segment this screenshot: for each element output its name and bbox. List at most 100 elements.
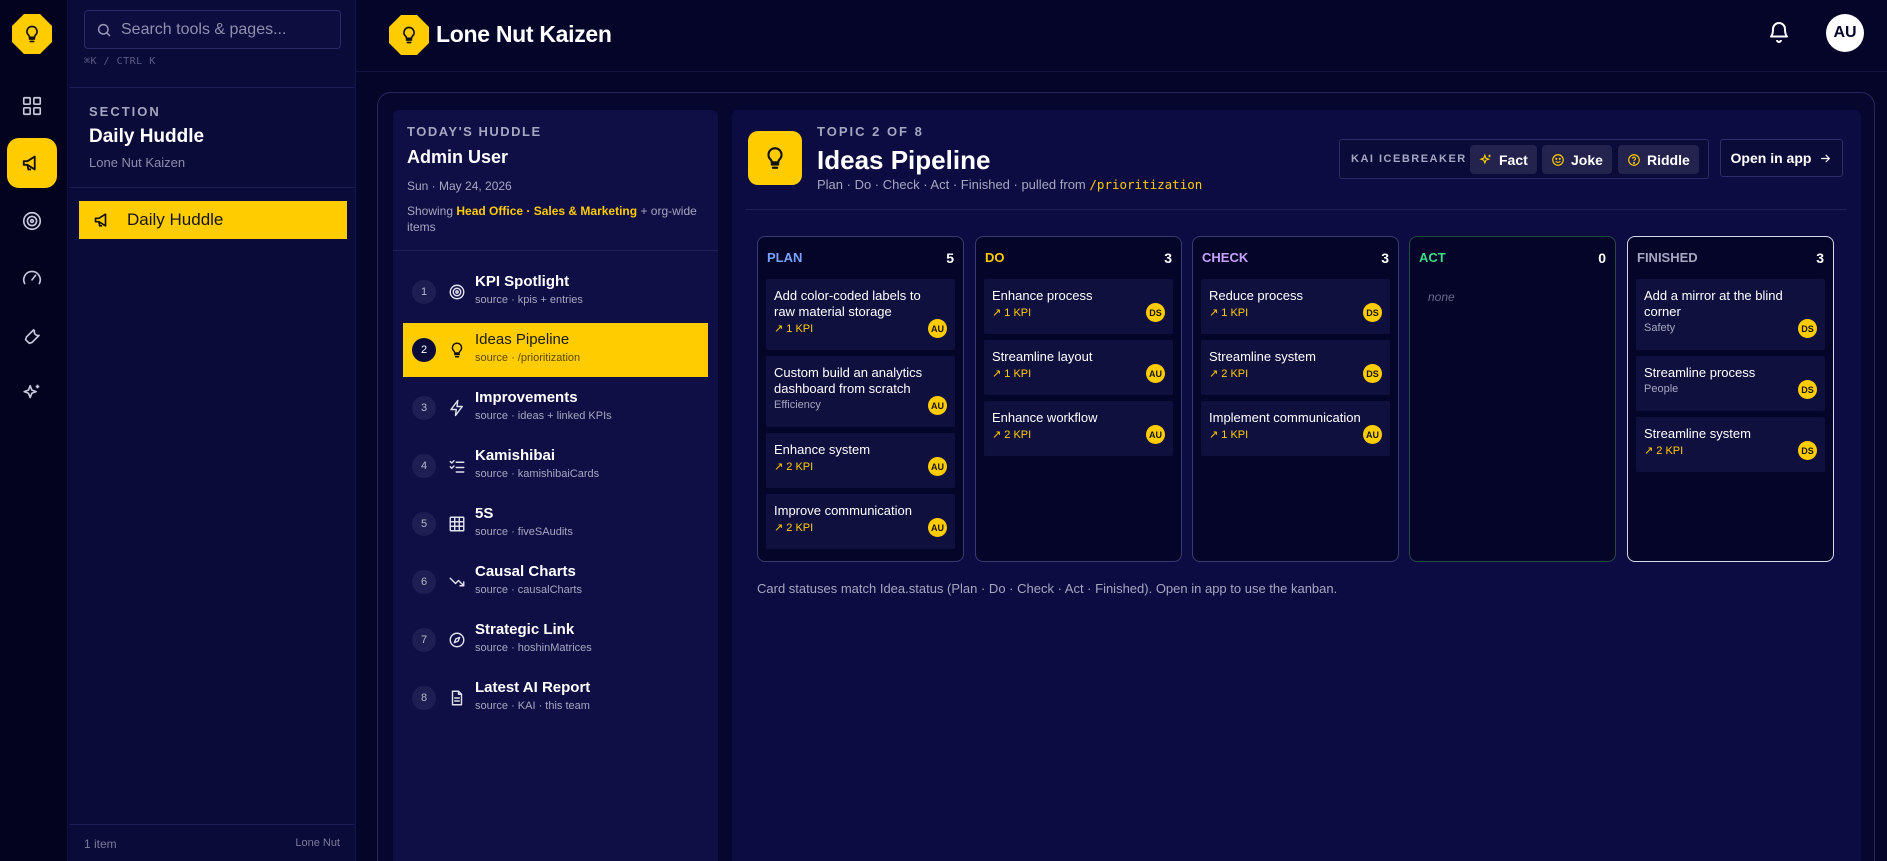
icebreaker-riddle-button[interactable]: Riddle (1618, 145, 1699, 174)
search-input[interactable] (121, 19, 331, 41)
topic-name: Improvements (475, 389, 578, 406)
idea-meta: ↗ 1 KPI (992, 368, 1032, 380)
open-in-app-button[interactable]: Open in app (1720, 139, 1843, 177)
huddle-scope: Showing Head Office · Sales & Marketing … (407, 203, 697, 235)
idea-card[interactable]: Custom build an analytics dashboard from… (766, 356, 955, 427)
idea-title: Custom build an analytics dashboard from… (774, 365, 923, 396)
idea-title: Streamline process (1644, 365, 1756, 380)
nav-divider (69, 824, 355, 825)
idea-card[interactable]: Streamline system ↗ 2 KPI DS (1201, 340, 1390, 395)
gauge-icon (22, 270, 42, 285)
idea-card[interactable]: Improve communication ↗ 2 KPI AU (766, 494, 955, 549)
topic-item[interactable]: 5 5S source · fiveSAudits (403, 497, 708, 551)
idea-card[interactable]: Streamline layout ↗ 1 KPI AU (984, 340, 1173, 395)
topic-number: 1 (412, 280, 436, 304)
section-subtitle: Lone Nut Kaizen (89, 155, 186, 170)
topic-item[interactable]: 4 Kamishibai source · kamishibaiCards (403, 439, 708, 493)
column-count: 0 (1598, 250, 1606, 266)
idea-card[interactable]: Implement communication ↗ 1 KPI AU (1201, 401, 1390, 456)
sparkles-icon (23, 384, 40, 399)
app-logo-icon[interactable] (12, 14, 52, 54)
question-icon (1628, 153, 1640, 166)
idea-card[interactable]: Enhance process ↗ 1 KPI DS (984, 279, 1173, 334)
search-box[interactable] (84, 10, 341, 49)
topic-name: Strategic Link (475, 621, 575, 638)
section-title: Daily Huddle (89, 126, 205, 147)
idea-owner-avatar: DS (1146, 303, 1165, 322)
user-avatar[interactable]: AU (1826, 14, 1864, 52)
idea-title: Enhance system (774, 442, 871, 457)
topic-source: source · kamishibaiCards (475, 468, 600, 480)
nav-divider (69, 187, 355, 188)
rail-dashboard[interactable] (7, 81, 57, 131)
header-divider (356, 71, 1887, 72)
column-title: FINISHED (1637, 250, 1698, 265)
topic-number: 3 (412, 396, 436, 420)
rail-daily-huddle[interactable] (7, 138, 57, 188)
idea-card[interactable]: Add a mirror at the blind corner Safety DS (1636, 279, 1825, 350)
idea-card[interactable]: Streamline system ↗ 2 KPI DS (1636, 417, 1825, 472)
rail-ai[interactable] (7, 368, 57, 418)
icebreaker-fact-button[interactable]: Fact (1470, 145, 1537, 174)
brand-logo-icon[interactable] (389, 15, 429, 55)
idea-card[interactable]: Streamline process People DS (1636, 356, 1825, 411)
smile-icon (1552, 153, 1564, 166)
idea-owner-avatar: DS (1798, 380, 1817, 399)
column-count: 3 (1381, 250, 1389, 266)
nav-item-count: 1 item (84, 837, 117, 851)
nav-footer-brand: Lone Nut (295, 837, 340, 849)
target-icon (22, 211, 42, 231)
checklist-icon (449, 460, 465, 473)
rail-tools[interactable] (7, 311, 57, 361)
topic-kicker: TOPIC 2 OF 8 (817, 124, 924, 139)
notifications-button[interactable] (1767, 20, 1791, 49)
topic-item[interactable]: 6 Causal Charts source · causalCharts (403, 555, 708, 609)
scope-prefix: Showing (407, 204, 454, 218)
topic-item[interactable]: 7 Strategic Link source · hoshinMatrices (403, 613, 708, 667)
topic-name: Latest AI Report (475, 679, 591, 696)
idea-card[interactable]: Enhance workflow ↗ 2 KPI AU (984, 401, 1173, 456)
compass-icon (449, 632, 465, 648)
scope-highlight[interactable]: Head Office · Sales & Marketing (456, 204, 637, 218)
lightbulb-icon (767, 147, 783, 169)
idea-card[interactable]: Enhance system ↗ 2 KPI AU (766, 433, 955, 488)
icebreaker-joke-button[interactable]: Joke (1542, 145, 1612, 174)
topic-item[interactable]: 2 Ideas Pipeline source · /prioritization (403, 323, 708, 377)
kanban-footnote: Card statuses match Idea.status (Plan · … (757, 581, 1338, 596)
idea-meta: ↗ 1 KPI (774, 323, 814, 335)
topic-name: Ideas Pipeline (475, 331, 570, 348)
idea-title: Improve communication (774, 503, 912, 518)
kanban-column-finished: FINISHED 3 Add a mirror at the blind corne… (1627, 236, 1834, 562)
idea-card[interactable]: Add color-coded labels to raw material s… (766, 279, 955, 350)
kanban-column-check: CHECK 3 Reduce process ↗ 1 KPI DS Streamline … (1192, 236, 1399, 562)
idea-owner-avatar: AU (1146, 364, 1165, 383)
idea-card[interactable]: Reduce process ↗ 1 KPI DS (1201, 279, 1390, 334)
rail-gauge[interactable] (7, 253, 57, 303)
column-empty: none (1428, 290, 1455, 304)
topic-meta: Plan · Do · Check · Act · Finished · pul… (817, 177, 1202, 192)
topic-source: source · causalCharts (475, 584, 582, 596)
lightbulb-icon (451, 342, 463, 358)
topic-source-path: /prioritization (1089, 177, 1203, 192)
idea-title: Add a mirror at the blind corner (1644, 288, 1783, 319)
nav-item-label: Daily Huddle (127, 210, 224, 229)
dashboard-icon (22, 96, 42, 116)
column-title: CHECK (1202, 250, 1249, 265)
idea-owner-avatar: DS (1363, 303, 1382, 322)
idea-meta: ↗ 2 KPI (1644, 445, 1684, 457)
idea-meta: ↗ 2 KPI (992, 429, 1032, 441)
icon-rail (0, 0, 68, 861)
topic-number: 5 (412, 512, 436, 536)
idea-title: Reduce process (1209, 288, 1303, 303)
topic-source: source · ideas + linked KPIs (475, 410, 612, 422)
idea-meta: Efficiency (774, 399, 821, 411)
topic-name: KPI Spotlight (475, 273, 570, 290)
nav-item-daily-huddle[interactable]: Daily Huddle (79, 201, 347, 239)
rail-targets[interactable] (7, 196, 57, 246)
section-label: SECTION (89, 104, 161, 119)
topic-number: 2 (412, 338, 436, 362)
topic-item[interactable]: 8 Latest AI Report source · KAI · this tea… (403, 671, 708, 725)
topic-item[interactable]: 3 Improvements source · ideas + linked KPI… (403, 381, 708, 435)
idea-owner-avatar: DS (1798, 441, 1817, 460)
topic-item[interactable]: 1 KPI Spotlight source · kpis + entries (403, 265, 708, 319)
